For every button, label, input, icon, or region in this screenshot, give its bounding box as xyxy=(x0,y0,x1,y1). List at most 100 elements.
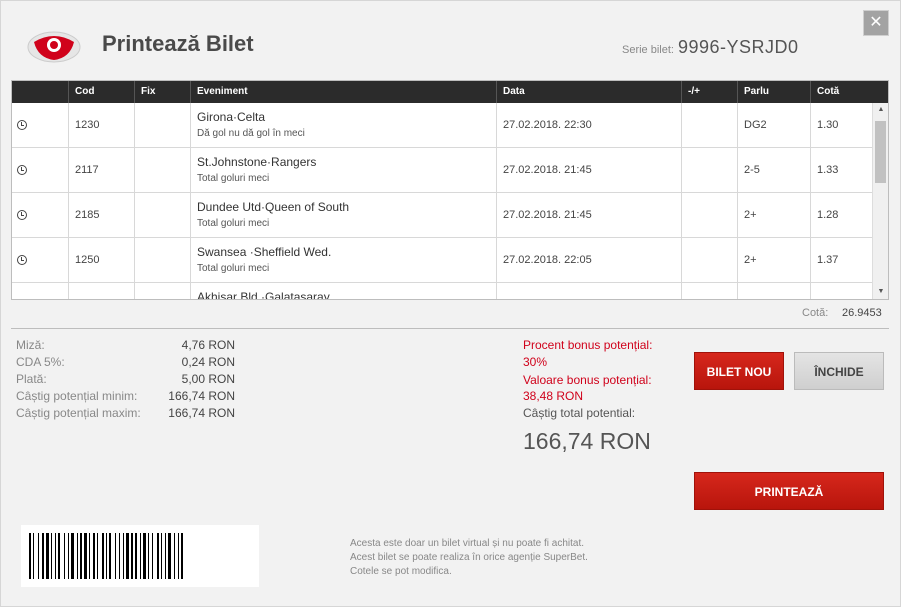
page-title: Printează Bilet xyxy=(102,31,254,56)
event-name: Girona·Celta xyxy=(197,110,266,124)
barcode-bar xyxy=(178,533,179,579)
cell-eveniment: Girona·Celta Dă gol nu dă gol în meci xyxy=(190,103,496,148)
min-win-value: 166,74 RON xyxy=(168,389,235,403)
cda-value: 0,24 RON xyxy=(181,355,235,369)
payment-value: 5,00 RON xyxy=(181,372,235,386)
barcode-bar xyxy=(119,533,120,579)
cell-parlu: 2-5 xyxy=(737,148,810,193)
cell-cota: 1.33 xyxy=(810,148,872,193)
barcode-bar xyxy=(68,533,69,579)
table-scrollbar[interactable]: ▲ ▼ xyxy=(872,103,888,299)
barcode xyxy=(21,525,259,587)
barcode-bar xyxy=(140,533,141,579)
cell-plusminus xyxy=(681,148,737,193)
close-button[interactable]: ÎNCHIDE xyxy=(794,352,884,390)
scroll-thumb[interactable] xyxy=(875,121,886,183)
cell-data: 27.02.2018. 21:45 xyxy=(496,148,681,193)
cell-cod: 2185 xyxy=(68,193,134,238)
scroll-down-icon[interactable]: ▼ xyxy=(873,285,888,299)
min-win-label: Câștig potențial minim: xyxy=(16,389,138,403)
cell-parlu xyxy=(737,283,810,299)
table-row[interactable]: 2185 Dundee Utd·Queen of South Total gol… xyxy=(12,193,872,238)
clock-icon xyxy=(17,210,27,220)
scroll-up-icon[interactable]: ▲ xyxy=(873,103,888,117)
barcode-bar xyxy=(64,533,65,579)
payment-label: Plată: xyxy=(16,372,47,386)
table-header: Cod Fix Eveniment Data -/+ Parlu Cotă xyxy=(12,81,888,103)
barcode-bar xyxy=(174,533,175,579)
cell-plusminus xyxy=(681,103,737,148)
table-row[interactable]: 1230 Girona·Celta Dă gol nu dă gol în me… xyxy=(12,103,872,148)
barcode-bar xyxy=(77,533,78,579)
barcode-bar xyxy=(102,533,104,579)
cell-cota: 1.37 xyxy=(810,238,872,283)
print-button[interactable]: PRINTEAZĂ xyxy=(694,472,884,510)
cell-cod: 1230 xyxy=(68,103,134,148)
cell-cota xyxy=(810,283,872,299)
event-market: Total goluri meci xyxy=(197,173,270,184)
cell-data: 27.02.2018. 22:05 xyxy=(496,238,681,283)
clock-icon xyxy=(17,255,27,265)
barcode-bar xyxy=(106,533,107,579)
bets-table: Cod Fix Eveniment Data -/+ Parlu Cotă 12… xyxy=(11,80,889,300)
bonus-percent-label: Procent bonus potențial: xyxy=(523,338,653,352)
barcode-bar xyxy=(109,533,111,579)
cell-fix xyxy=(134,283,190,299)
ticket-series-label: Serie bilet: xyxy=(622,44,674,56)
barcode-bar xyxy=(115,533,116,579)
barcode-bar xyxy=(80,533,82,579)
barcode-bar xyxy=(29,533,31,579)
bonus-percent-value: 30% xyxy=(523,355,548,369)
cell-eveniment: St.Johnstone·Rangers Total goluri meci xyxy=(190,148,496,193)
close-icon[interactable]: ✕ xyxy=(863,10,889,36)
cell-fix xyxy=(134,148,190,193)
barcode-bar xyxy=(55,533,56,579)
barcode-bar xyxy=(135,533,137,579)
new-ticket-button[interactable]: BILET NOU xyxy=(694,352,784,390)
cell-plusminus xyxy=(681,193,737,238)
column-header-icon xyxy=(12,81,68,103)
column-header-cota: Cotă xyxy=(810,81,888,103)
cell-fix xyxy=(134,238,190,283)
event-name: Dundee Utd·Queen of South xyxy=(197,200,350,214)
cell-plusminus xyxy=(681,283,737,299)
cell-cota: 1.28 xyxy=(810,193,872,238)
total-win-value: 166,74 RON xyxy=(523,428,651,454)
event-market: Total goluri meci xyxy=(197,218,270,229)
barcode-bar xyxy=(126,533,129,579)
stake-value: 4,76 RON xyxy=(181,338,235,352)
barcode-bar xyxy=(148,533,149,579)
cell-parlu: 2+ xyxy=(737,193,810,238)
table-row[interactable]: 1250 Swansea ·Sheffield Wed. Total golur… xyxy=(12,238,872,283)
barcode-bar xyxy=(89,533,90,579)
cell-cod: 2117 xyxy=(68,148,134,193)
barcode-bar xyxy=(181,533,183,579)
column-header-plusminus: -/+ xyxy=(681,81,737,103)
cell-parlu: DG2 xyxy=(737,103,810,148)
print-ticket-dialog: Printează Bilet Serie bilet: 9996-YSRJD0… xyxy=(0,0,901,607)
max-win-label: Câștig potențial maxim: xyxy=(16,406,141,420)
event-market: Dă gol nu dă gol în meci xyxy=(197,128,305,139)
barcode-bar xyxy=(165,533,166,579)
barcode-bar xyxy=(97,533,98,579)
ticket-series-value: 9996-YSRJD0 xyxy=(678,37,799,57)
disclaimer-line: Acesta este doar un bilet virtual și nu … xyxy=(350,538,585,549)
cell-eveniment: Akhisar Bld.·Galatasaray xyxy=(190,283,496,299)
bonus-value-amount: 38,48 RON xyxy=(523,389,584,403)
event-market: Total goluri meci xyxy=(197,263,270,274)
superbet-logo xyxy=(27,31,81,63)
cell-fix xyxy=(134,193,190,238)
cell-fix xyxy=(134,103,190,148)
barcode-bar xyxy=(71,533,74,579)
barcode-bar xyxy=(168,533,171,579)
table-row[interactable]: 2117 St.Johnstone·Rangers Total goluri m… xyxy=(12,148,872,193)
column-header-fix: Fix xyxy=(134,81,190,103)
clock-icon xyxy=(17,120,27,130)
cell-parlu: 2+ xyxy=(737,238,810,283)
column-header-eveniment: Eveniment xyxy=(190,81,496,103)
table-row[interactable]: Akhisar Bld.·Galatasaray xyxy=(12,283,872,299)
total-odds-value: 26.9453 xyxy=(842,307,882,319)
column-header-data: Data xyxy=(496,81,681,103)
cell-cod xyxy=(68,283,134,299)
barcode-bar xyxy=(38,533,39,579)
